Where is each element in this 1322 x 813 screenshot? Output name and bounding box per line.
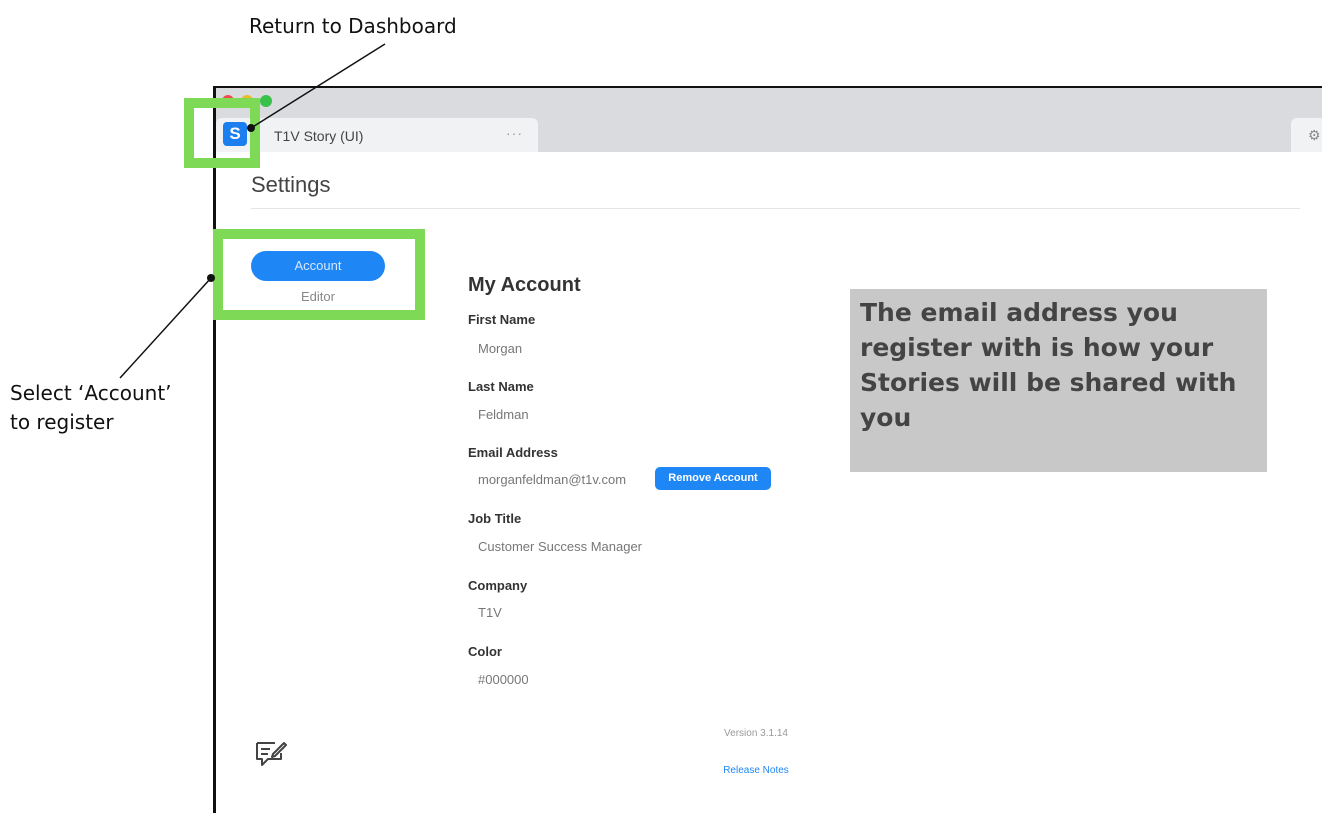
account-highlight-box	[213, 229, 425, 320]
maximize-window-button[interactable]	[260, 95, 272, 107]
company-value: T1V	[478, 605, 502, 620]
return-dashboard-callout: Return to Dashboard	[249, 14, 457, 38]
select-callout-line	[119, 277, 212, 379]
color-label: Color	[468, 644, 502, 659]
company-label: Company	[468, 578, 528, 593]
release-notes-link[interactable]: Release Notes	[686, 765, 826, 776]
email-value: morganfeldman@t1v.com	[478, 472, 627, 487]
job-title-label: Job Title	[468, 511, 522, 526]
section-heading: My Account	[468, 274, 581, 296]
feedback-icon[interactable]	[255, 740, 287, 768]
last-name-value: Feldman	[478, 407, 529, 422]
settings-tab[interactable]: ⚙	[1291, 118, 1322, 152]
logo-highlight-box	[184, 98, 260, 168]
header-divider	[251, 208, 1300, 209]
select-account-callout-line2: to register	[10, 410, 114, 434]
version-text: Version 3.1.14	[724, 728, 788, 739]
page-title: Settings	[251, 172, 331, 197]
email-label: Email Address	[468, 445, 558, 460]
story-tab-title: T1V Story (UI)	[274, 128, 364, 144]
gear-icon: ⚙	[1308, 127, 1321, 143]
last-name-label: Last Name	[468, 379, 534, 394]
color-value: #000000	[478, 672, 529, 687]
tab-more-icon[interactable]: ···	[506, 125, 523, 141]
first-name-label: First Name	[468, 312, 536, 327]
job-title-value: Customer Success Manager	[478, 539, 643, 554]
remove-account-button[interactable]: Remove Account	[655, 467, 771, 490]
select-account-callout-line1: Select ‘Account’	[10, 381, 172, 405]
first-name-value: Morgan	[478, 341, 523, 356]
info-callout-box: The email address you register with is h…	[850, 289, 1267, 472]
story-tab[interactable]: T1V Story (UI) ···	[216, 118, 538, 152]
title-bar: T1V Story (UI) ··· S ⚙	[216, 88, 1322, 152]
select-account-callout: Select ‘Account’ to register	[10, 379, 172, 437]
